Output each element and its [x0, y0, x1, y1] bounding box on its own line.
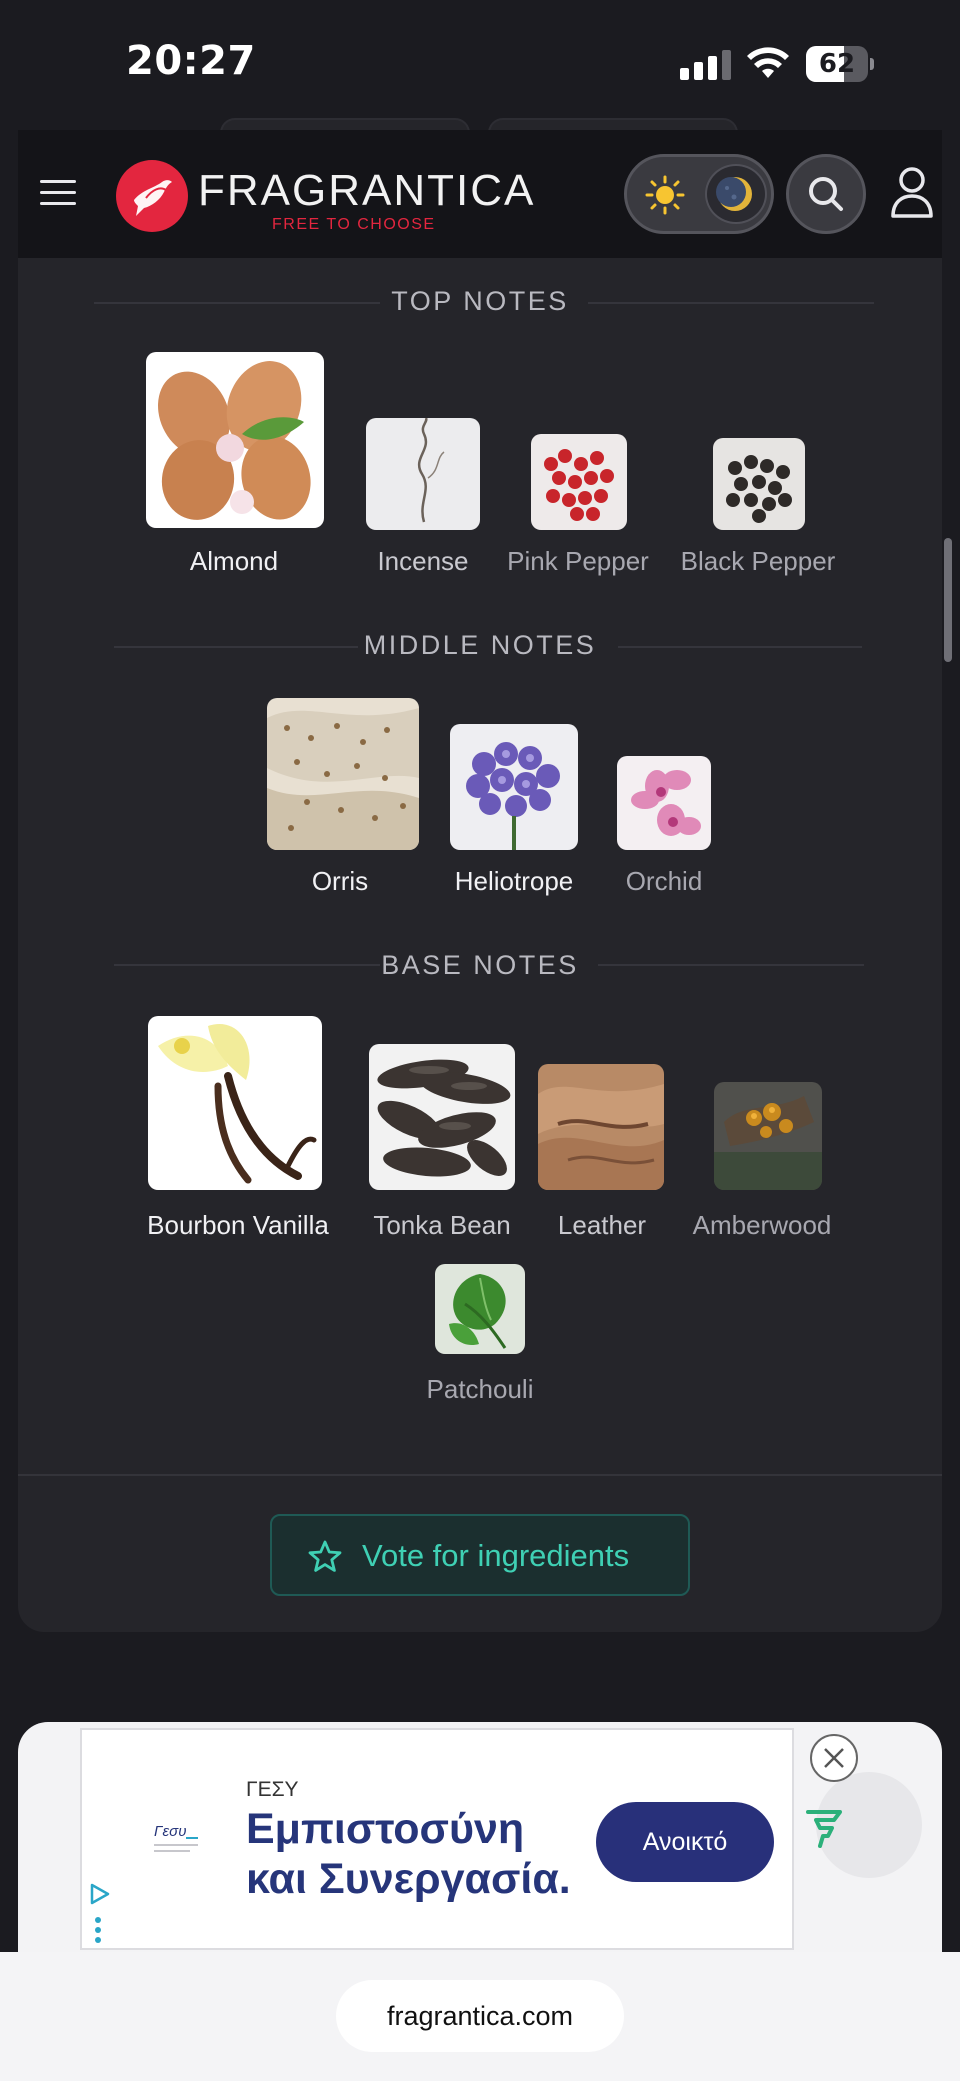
wifi-icon [747, 47, 789, 78]
battery-percent: 62 [818, 49, 856, 79]
note-label: Leather [557, 1210, 647, 1240]
note-orris[interactable]: Orris [258, 698, 422, 896]
note-incense[interactable]: Incense [348, 418, 498, 576]
ad-banner[interactable]: Γεσυ ΓΕΣΥ Εμπιστοσύνη και Συνεργασία. Αν… [80, 1728, 794, 1950]
top-notes-heading: TOP NOTES [391, 286, 569, 316]
hamburger-menu-icon[interactable] [40, 178, 76, 208]
leather-icon [538, 1064, 664, 1190]
note-label: Black Pepper [680, 546, 836, 576]
site-header: FRAGRANTICA FREE TO CHOOSE [18, 130, 942, 258]
middle-notes-heading: MIDDLE NOTES [363, 630, 597, 660]
logo-tagline: FREE TO CHOOSE [272, 216, 436, 233]
moon-toggle-knob[interactable] [705, 164, 767, 224]
gesy-logo-icon: Γεσυ [152, 1818, 202, 1858]
pink-pepper-icon [531, 434, 627, 530]
star-icon [308, 1540, 342, 1572]
patchouli-icon [435, 1264, 525, 1354]
note-label: Almond [189, 546, 279, 576]
battery-icon: 62 [806, 46, 874, 82]
ad-cta-button[interactable]: Ανοικτό [596, 1802, 774, 1882]
status-time: 20:27 [126, 38, 256, 84]
cellular-signal-icon [680, 50, 731, 80]
adchoices-icon[interactable] [88, 1882, 112, 1906]
vote-button-label: Vote for ingredients [362, 1538, 630, 1573]
note-label: Bourbon Vanilla [147, 1210, 329, 1240]
note-label: Orchid [625, 866, 703, 896]
close-icon [824, 1748, 844, 1768]
user-account-icon[interactable] [890, 166, 934, 220]
note-label: Tonka Bean [373, 1210, 511, 1240]
orris-icon [267, 698, 419, 850]
status-bar: 20:27 62 [0, 0, 960, 130]
theme-toggle[interactable] [624, 154, 774, 234]
fragrantica-logo-icon[interactable] [116, 160, 188, 232]
note-patchouli[interactable]: Patchouli [412, 1264, 548, 1404]
card-divider [18, 1474, 942, 1476]
note-label: Amberwood [692, 1210, 832, 1240]
ad-network-logo-icon[interactable] [806, 1808, 842, 1848]
amberwood-icon [714, 1082, 822, 1190]
ad-headline: Εμπιστοσύνη και Συνεργασία. [246, 1805, 571, 1903]
note-pink-pepper[interactable]: Pink Pepper [488, 434, 668, 576]
base-notes-heading: BASE NOTES [381, 950, 579, 980]
orchid-icon [617, 756, 711, 850]
almond-icon [146, 352, 324, 528]
note-label: Heliotrope [454, 866, 574, 896]
note-almond[interactable]: Almond [142, 352, 326, 576]
vanilla-icon [148, 1016, 322, 1190]
tonka-bean-icon [369, 1044, 515, 1190]
note-leather[interactable]: Leather [522, 1064, 682, 1240]
notes-pyramid-card: TOP NOTES Almond Incense Pink Pepper Bla… [18, 258, 942, 1632]
sun-icon[interactable] [645, 175, 685, 215]
svg-text:Γεσυ: Γεσυ [154, 1823, 186, 1840]
note-amberwood[interactable]: Amberwood [672, 1082, 852, 1240]
ad-options-icon[interactable] [94, 1916, 102, 1944]
note-label: Pink Pepper [507, 546, 649, 576]
ad-close-button[interactable] [810, 1734, 858, 1782]
note-orchid[interactable]: Orchid [602, 756, 726, 896]
note-label: Patchouli [426, 1374, 534, 1404]
note-bourbon-vanilla[interactable]: Bourbon Vanilla [138, 1016, 338, 1240]
page-scrollbar[interactable] [944, 538, 952, 662]
note-heliotrope[interactable]: Heliotrope [442, 724, 586, 896]
note-label: Orris [311, 866, 369, 896]
note-label: Incense [377, 546, 469, 576]
ad-brand-name: ΓΕΣΥ [246, 1778, 299, 1801]
black-pepper-icon [713, 438, 805, 530]
search-icon [809, 177, 843, 211]
logo-wordmark[interactable]: FRAGRANTICA [198, 166, 535, 216]
address-bar[interactable]: fragrantica.com [336, 1980, 624, 2052]
note-black-pepper[interactable]: Black Pepper [658, 438, 858, 576]
note-tonka-bean[interactable]: Tonka Bean [352, 1044, 532, 1240]
vote-for-ingredients-button[interactable]: Vote for ingredients [270, 1514, 690, 1596]
heliotrope-icon [450, 724, 578, 850]
moon-icon [716, 177, 752, 211]
incense-icon [366, 418, 480, 530]
search-button[interactable] [786, 154, 866, 234]
